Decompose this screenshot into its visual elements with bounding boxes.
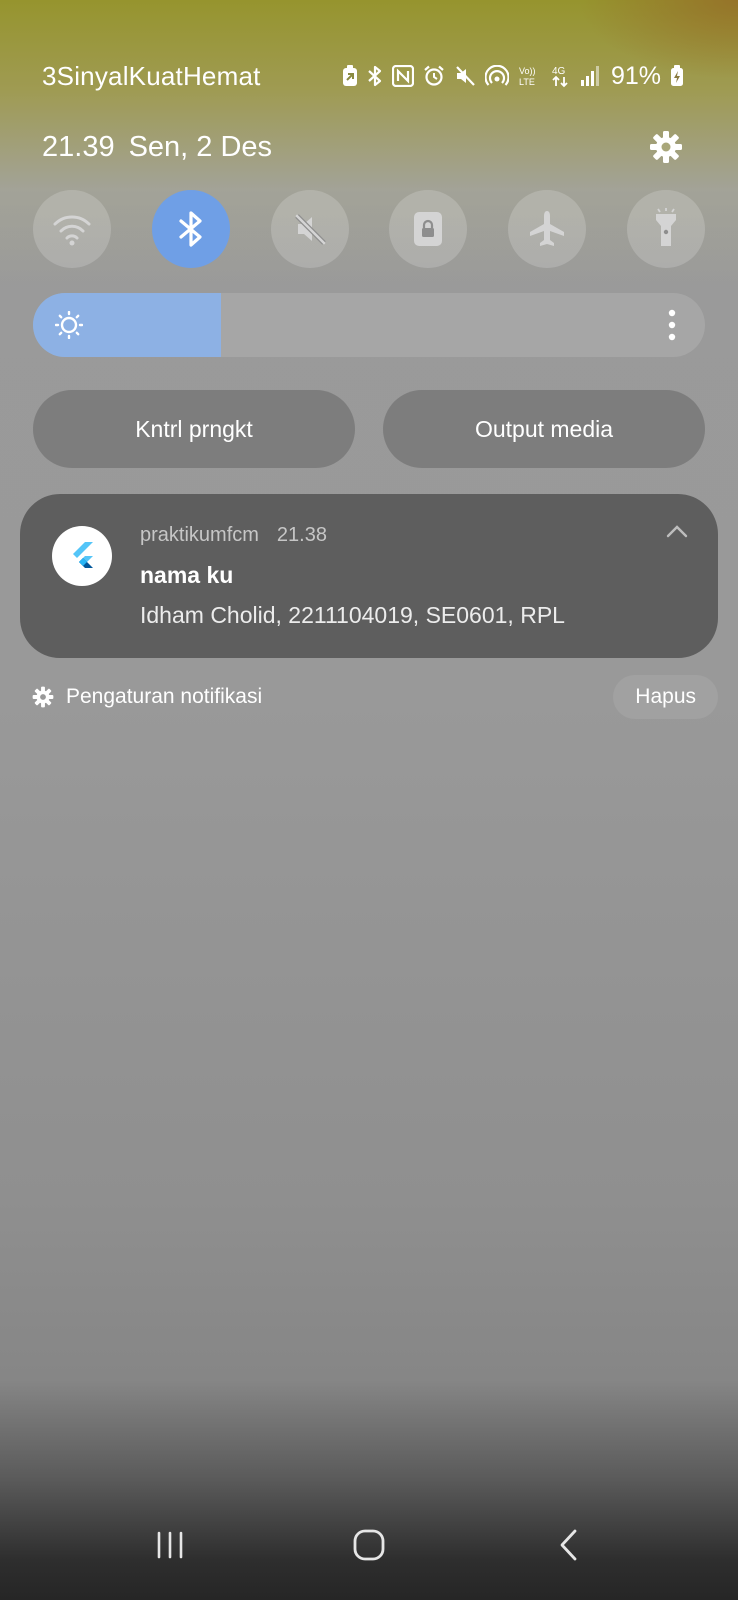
gear-icon [32,686,54,708]
home-icon [353,1529,385,1561]
carrier-name: 3SinyalKuatHemat [42,60,261,91]
bluetooth-icon [367,64,383,88]
notification-body: Idham Cholid, 2211104019, SE0601, RPL [140,602,565,628]
tile-wifi[interactable] [33,190,111,268]
back-button[interactable] [528,1515,608,1575]
quick-settings-tiles [33,190,705,268]
notification-settings-label: Pengaturan notifikasi [66,685,263,708]
device-control-button[interactable]: Kntrl prngkt [33,390,355,468]
alarm-icon [423,65,445,87]
notification-title: nama ku [140,562,234,588]
4g-data-icon: 4G [551,64,571,88]
header-row: 21.39 Sen, 2 Des [42,125,686,169]
hotspot-icon [484,65,509,87]
gear-icon [650,131,682,163]
lock-icon [414,212,443,246]
notification-footer: Pengaturan notifikasi Hapus [32,675,718,719]
tile-sound[interactable] [270,190,349,268]
media-output-button[interactable]: Output media [383,390,705,468]
tile-flashlight[interactable] [626,190,705,268]
datetime[interactable]: 21.39 Sen, 2 Des [42,131,272,164]
home-button[interactable] [329,1515,409,1575]
recent-apps-icon [157,1531,182,1559]
tile-airplane[interactable] [508,190,587,268]
notification-settings-button[interactable]: Pengaturan notifikasi [32,685,262,709]
status-bar: 3SinyalKuatHemat Vo)) LTE 4G 91% [42,56,684,96]
back-icon [560,1529,577,1561]
flutter-app-icon [52,526,112,586]
sun-icon [55,311,83,339]
date-label: Sen, 2 Des [128,130,273,163]
clear-notifications-button[interactable]: Hapus [613,675,718,719]
more-options-icon[interactable] [667,309,677,341]
settings-button[interactable] [646,127,686,167]
app-name: praktikumfcm [140,524,259,546]
notification-header: praktikumfcm 21.38 [140,524,327,547]
quick-actions-row: Kntrl prngkt Output media [33,390,705,468]
tile-rotation-lock[interactable] [389,190,468,268]
signal-icon [580,65,600,87]
bluetooth-icon [179,211,202,247]
battery-charging-icon [670,65,684,87]
mute-icon [454,65,476,87]
chevron-up-icon[interactable] [666,524,688,538]
navigation-bar [0,1490,738,1600]
svg-text:LTE: LTE [519,77,535,87]
tile-bluetooth[interactable] [151,190,230,268]
battery-percent: 91% [610,61,661,90]
wifi-icon [53,215,91,246]
status-icons: Vo)) LTE 4G 91% [342,62,684,91]
svg-text:Vo)): Vo)) [519,66,536,76]
battery-saver-icon [342,65,358,87]
svg-text:4G: 4G [552,66,566,77]
mute-icon [294,214,326,245]
flashlight-icon [655,208,676,246]
brightness-slider[interactable] [33,293,705,357]
airplane-icon [530,211,565,246]
clock-time: 21.39 [42,130,115,163]
notification-time: 21.38 [276,524,327,546]
volte-icon: Vo)) LTE [518,64,542,88]
recent-apps-button[interactable] [130,1515,210,1575]
notification-card[interactable]: praktikumfcm 21.38 nama ku Idham Cholid,… [20,494,718,658]
nfc-icon [391,65,414,87]
